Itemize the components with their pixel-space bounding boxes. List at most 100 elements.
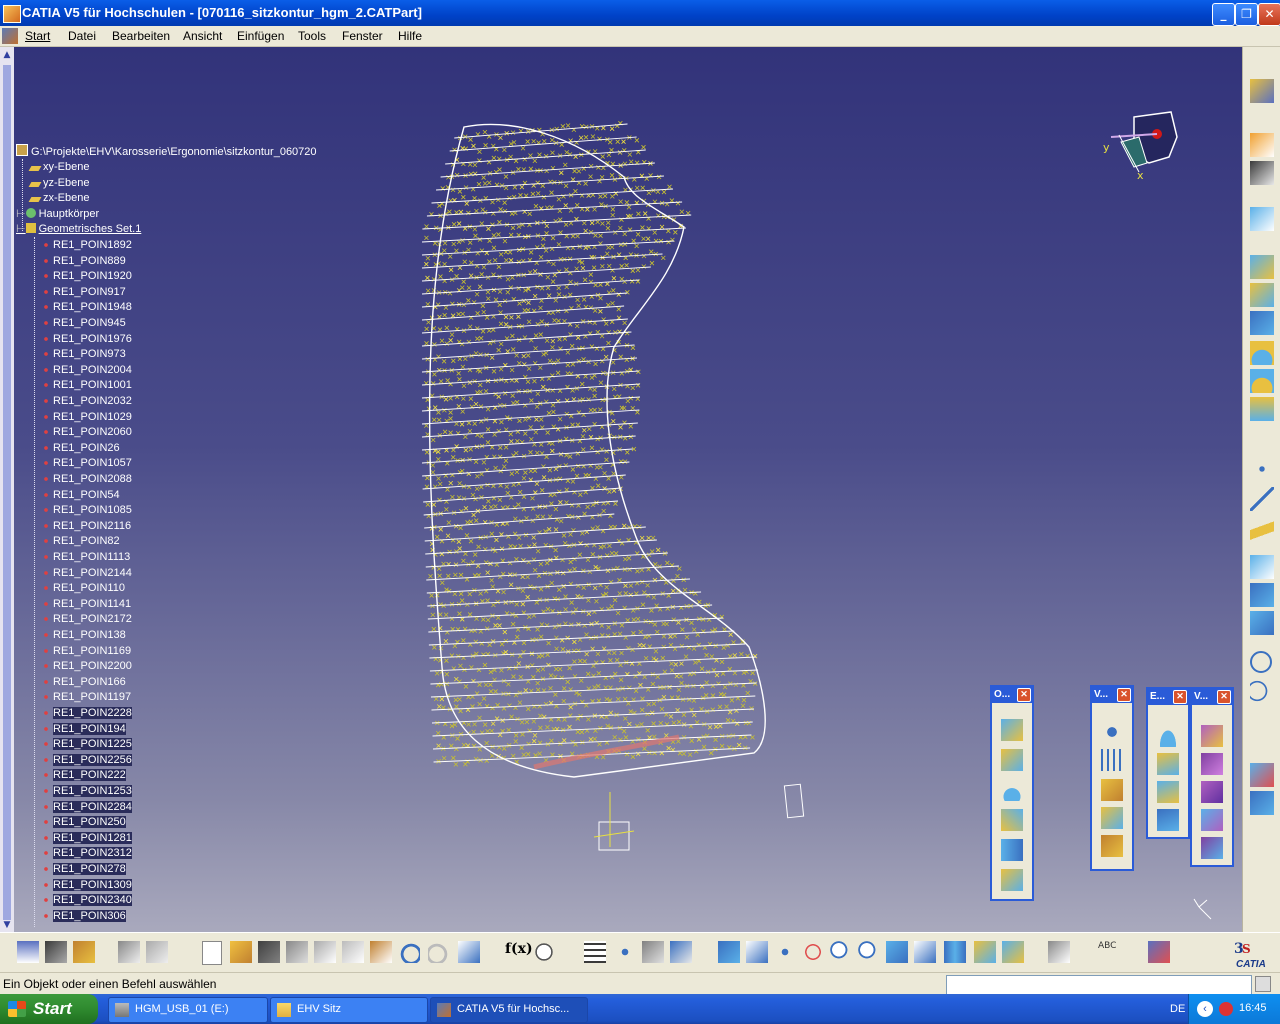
tree-point-item[interactable]: RE1_POIN2256 bbox=[42, 753, 132, 767]
cut-icon[interactable] bbox=[314, 941, 336, 963]
instantiate-icon[interactable] bbox=[1101, 807, 1123, 829]
measure-icon[interactable] bbox=[73, 941, 95, 963]
scroll-down-arrow-icon[interactable]: ▼ bbox=[2, 920, 12, 930]
language-indicator[interactable]: DE bbox=[1170, 1003, 1185, 1015]
tree-point-item[interactable]: RE1_POIN2144 bbox=[42, 566, 132, 580]
menu-tools[interactable]: Tools bbox=[298, 29, 326, 43]
tree-point-item[interactable]: RE1_POIN945 bbox=[42, 316, 126, 330]
tree-point-item[interactable]: RE1_POIN1029 bbox=[42, 410, 132, 424]
palette-close-button[interactable]: ✕ bbox=[1017, 688, 1031, 702]
menu-datei[interactable]: Datei bbox=[68, 29, 96, 43]
boundary-icon[interactable] bbox=[1001, 839, 1023, 861]
palette-close-button[interactable]: ✕ bbox=[1173, 690, 1187, 704]
tree-point-item[interactable]: RE1_POIN278 bbox=[42, 862, 126, 876]
tree-plane-zx[interactable]: zx-Ebene bbox=[28, 191, 89, 205]
draft-analysis-icon[interactable] bbox=[1250, 791, 1274, 815]
tree-point-item[interactable]: RE1_POIN1948 bbox=[42, 300, 132, 314]
tree-point-item[interactable]: RE1_POIN1169 bbox=[42, 644, 131, 658]
spline-icon[interactable] bbox=[1250, 679, 1274, 703]
analysis-icon[interactable] bbox=[1250, 763, 1274, 787]
comment-icon[interactable] bbox=[533, 941, 555, 963]
normal-view-icon[interactable] bbox=[886, 941, 908, 963]
tree-point-item[interactable]: RE1_POIN306 bbox=[42, 909, 126, 923]
offset-surface-icon[interactable] bbox=[1250, 311, 1274, 335]
tree-point-item[interactable]: RE1_POIN2340 bbox=[42, 893, 132, 907]
redo-icon[interactable] bbox=[428, 941, 450, 963]
fit-all-icon[interactable] bbox=[746, 941, 768, 963]
equations-icon[interactable] bbox=[670, 941, 692, 963]
tree-point-item[interactable]: RE1_POIN2004 bbox=[42, 363, 132, 377]
constraint-icon[interactable] bbox=[45, 941, 67, 963]
minimize-button[interactable]: _ bbox=[1212, 3, 1235, 26]
select-arrow-icon[interactable] bbox=[1250, 133, 1274, 157]
copy-icon[interactable] bbox=[342, 941, 364, 963]
tree-point-item[interactable]: RE1_POIN194 bbox=[42, 722, 126, 736]
tree-point-item[interactable]: RE1_POIN1197 bbox=[42, 690, 131, 704]
tree-point-item[interactable]: RE1_POIN166 bbox=[42, 675, 126, 689]
sweep-surface-icon[interactable] bbox=[1250, 341, 1274, 365]
zoom-out-icon[interactable] bbox=[858, 941, 880, 963]
menu-einfuegen[interactable]: Einfügen bbox=[237, 29, 284, 43]
tree-point-item[interactable]: RE1_POIN1309 bbox=[42, 878, 132, 892]
quick-view-icon[interactable] bbox=[914, 941, 936, 963]
tray-alert-icon[interactable] bbox=[1219, 1002, 1233, 1016]
tree-point-item[interactable]: RE1_POIN973 bbox=[42, 347, 126, 361]
volume-offset-icon[interactable] bbox=[1201, 809, 1223, 831]
restore-button[interactable]: ❐ bbox=[1235, 3, 1258, 26]
document-menu-icon[interactable] bbox=[2, 28, 18, 44]
lighting-icon[interactable] bbox=[1048, 941, 1070, 963]
hide-show-icon[interactable] bbox=[974, 941, 996, 963]
tree-plane-xy[interactable]: xy-Ebene bbox=[28, 160, 89, 174]
tree-point-item[interactable]: RE1_POIN1253 bbox=[42, 784, 132, 798]
command-history-icon[interactable] bbox=[1255, 976, 1271, 992]
tree-point-item[interactable]: RE1_POIN110 bbox=[42, 581, 125, 595]
tree-point-item[interactable]: RE1_POIN1001 bbox=[42, 378, 132, 392]
tree-point-item[interactable]: RE1_POIN1141 bbox=[42, 597, 131, 611]
tree-point-item[interactable]: RE1_POIN250 bbox=[42, 815, 126, 829]
render-style-icon[interactable] bbox=[944, 941, 966, 963]
extract-icon[interactable] bbox=[1157, 725, 1179, 747]
pan-icon[interactable] bbox=[774, 941, 796, 963]
save-icon[interactable] bbox=[258, 941, 280, 963]
tree-point-item[interactable]: RE1_POIN917 bbox=[42, 285, 126, 299]
swap-visible-space-icon[interactable] bbox=[1002, 941, 1024, 963]
tree-point-item[interactable]: RE1_POIN1892 bbox=[42, 238, 132, 252]
spelling-icon[interactable]: ABC bbox=[1098, 941, 1120, 963]
palette-operations[interactable]: O... ✕ bbox=[990, 685, 1034, 901]
palette-close-button[interactable]: ✕ bbox=[1217, 690, 1231, 704]
tree-point-item[interactable]: RE1_POIN889 bbox=[42, 254, 126, 268]
tree-point-item[interactable]: RE1_POIN1113 bbox=[42, 550, 130, 564]
powercopy-icon[interactable] bbox=[1101, 779, 1123, 801]
extrapolate-icon[interactable] bbox=[1001, 749, 1023, 771]
print-icon[interactable] bbox=[286, 941, 308, 963]
tree-point-item[interactable]: RE1_POIN2200 bbox=[42, 659, 132, 673]
palette-volumes[interactable]: V... ✕ bbox=[1190, 687, 1234, 867]
tree-point-item[interactable]: RE1_POIN2312 bbox=[42, 846, 132, 860]
transform-icon[interactable] bbox=[1001, 869, 1023, 891]
tree-point-item[interactable]: RE1_POIN1281 bbox=[42, 831, 132, 845]
circle-icon[interactable] bbox=[1250, 651, 1272, 673]
tray-expand-icon[interactable]: ‹ bbox=[1197, 1001, 1213, 1017]
palette-replication[interactable]: V... ✕ bbox=[1090, 685, 1134, 871]
plane-tool-icon[interactable] bbox=[1250, 517, 1274, 541]
tree-plane-yz[interactable]: yz-Ebene bbox=[28, 176, 89, 190]
extrude-surface-icon[interactable] bbox=[1250, 255, 1274, 279]
tree-point-item[interactable]: RE1_POIN2032 bbox=[42, 394, 132, 408]
repetition-icon[interactable] bbox=[1101, 721, 1123, 743]
sketch-tools-icon[interactable] bbox=[1250, 161, 1274, 185]
menu-start[interactable]: Start bbox=[25, 29, 50, 43]
rotate-icon[interactable] bbox=[802, 941, 824, 963]
palette-extract[interactable]: E... ✕ bbox=[1146, 687, 1190, 839]
command-input[interactable] bbox=[946, 975, 1252, 995]
tree-point-item[interactable]: RE1_POIN2284 bbox=[42, 800, 132, 814]
volume-extrude-icon[interactable] bbox=[1201, 725, 1223, 747]
task-hgm-usb[interactable]: HGM_USB_01 (E:) bbox=[108, 997, 268, 1023]
tree-point-item[interactable]: RE1_POIN1085 bbox=[42, 503, 132, 517]
volume-sweep-icon[interactable] bbox=[1201, 781, 1223, 803]
point-icon[interactable] bbox=[1250, 457, 1274, 481]
sketcher-icon[interactable] bbox=[1250, 207, 1274, 231]
tree-point-item[interactable]: RE1_POIN1225 bbox=[42, 737, 132, 751]
revolve-surface-icon[interactable] bbox=[1250, 283, 1274, 307]
knowledge-advisor-icon[interactable] bbox=[1148, 941, 1170, 963]
table-icon[interactable] bbox=[118, 941, 140, 963]
